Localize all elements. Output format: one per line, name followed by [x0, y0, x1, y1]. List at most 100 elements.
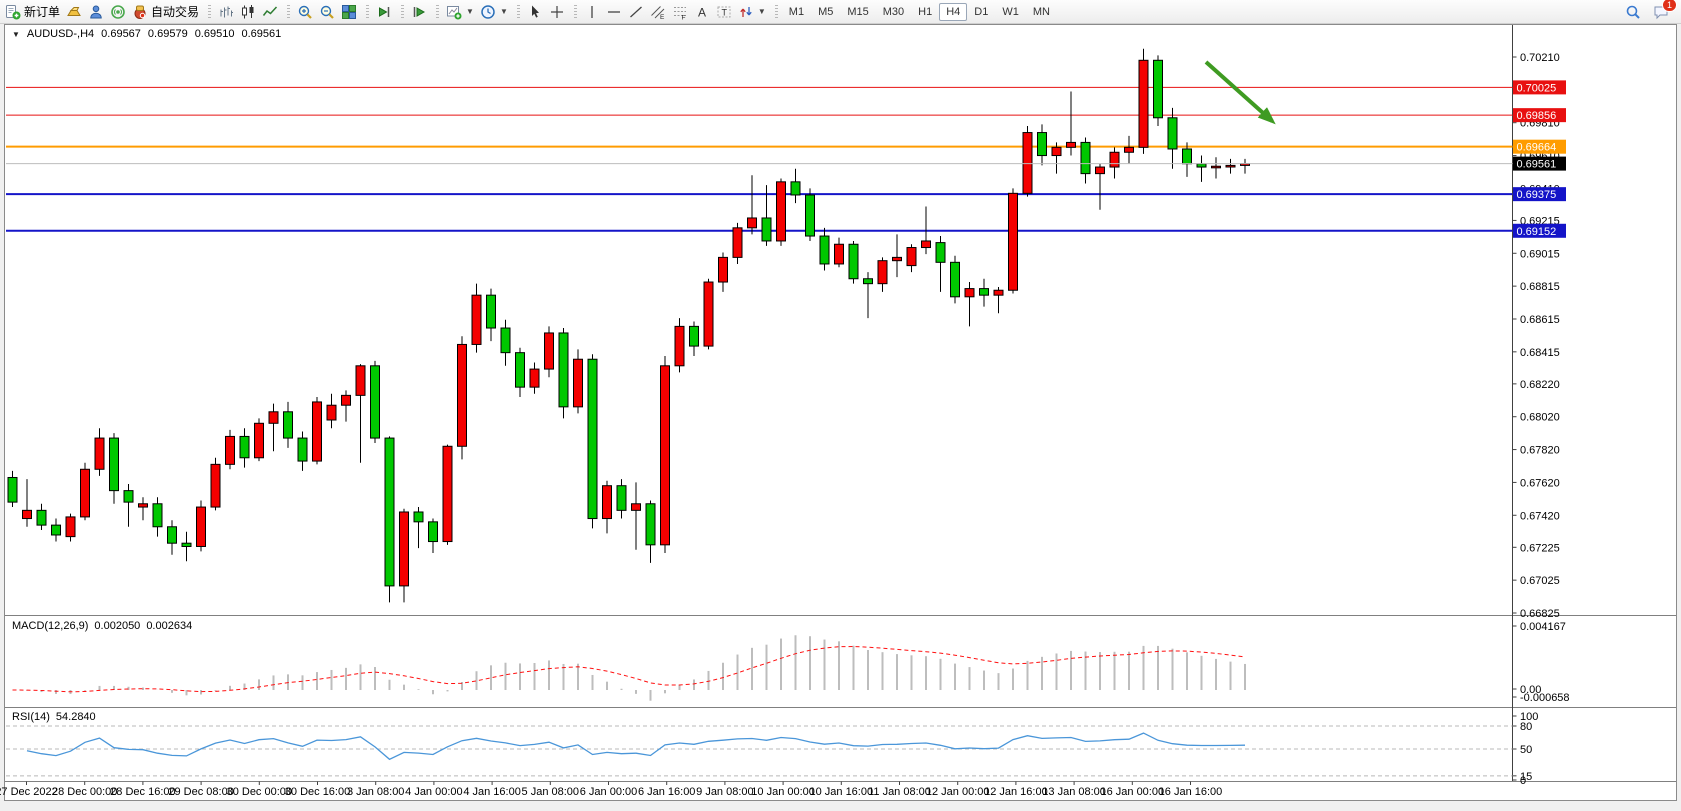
auto-trading-button[interactable]: 自动交易: [129, 1, 202, 22]
candlestick: [342, 395, 351, 405]
svg-text:0.68415: 0.68415: [1520, 347, 1560, 359]
svg-text:0.67620: 0.67620: [1520, 477, 1560, 489]
svg-text:0.69664: 0.69664: [1517, 142, 1557, 154]
signals-button[interactable]: [107, 1, 129, 22]
timeframe-m5-button[interactable]: M5: [811, 3, 840, 21]
candlestick: [864, 279, 873, 284]
zoom-out-button[interactable]: [316, 1, 338, 22]
macd-name: MACD(12,26,9): [12, 620, 88, 632]
gold-ingot-button[interactable]: [63, 1, 85, 22]
svg-text:0.67225: 0.67225: [1520, 542, 1560, 554]
candlestick: [719, 257, 728, 282]
candlestick: [559, 333, 568, 407]
svg-text:28 Dec 16:00: 28 Dec 16:00: [110, 786, 175, 798]
toolbar-group: [513, 0, 570, 23]
candlestick: [1125, 147, 1134, 152]
svg-text:0.69152: 0.69152: [1517, 226, 1557, 238]
timeframe-w1-button[interactable]: W1: [995, 3, 1026, 21]
chart-shift-button[interactable]: [408, 1, 430, 22]
toolbar-group: [362, 0, 397, 23]
timeframe-m1-button[interactable]: M1: [782, 3, 811, 21]
candlestick: [66, 517, 75, 537]
timeframe-m30-button[interactable]: M30: [876, 3, 911, 21]
notifications-button[interactable]: 1: [1651, 2, 1671, 22]
svg-text:12 Jan 16:00: 12 Jan 16:00: [984, 786, 1048, 798]
text-label-tool-button[interactable]: T: [713, 1, 735, 22]
timeframe-h4-button[interactable]: H4: [939, 3, 967, 21]
cursor-tool-button[interactable]: [524, 1, 546, 22]
arrows-tool-icon: [738, 4, 754, 20]
price-chart-canvas: 0.702100.700100.698100.696100.694100.692…: [0, 0, 1681, 811]
svg-text:4 Jan 00:00: 4 Jan 00:00: [405, 786, 463, 798]
candlestick: [980, 289, 989, 296]
timeframe-mn-button[interactable]: MN: [1026, 3, 1057, 21]
svg-text:0.68020: 0.68020: [1520, 412, 1560, 424]
candlestick: [748, 218, 757, 228]
candlestick: [327, 405, 336, 420]
candlestick: [443, 446, 452, 541]
svg-text:0.68615: 0.68615: [1520, 314, 1560, 326]
text-tool-button[interactable]: A: [691, 1, 713, 22]
candlestick: [1023, 133, 1032, 194]
candlestick: [994, 290, 1003, 295]
timeframe-h1-button[interactable]: H1: [911, 3, 939, 21]
candlestick: [893, 257, 902, 260]
arrows-tool-button[interactable]: ▼: [735, 1, 769, 22]
candlestick: [704, 282, 713, 346]
chevron-down-icon: ▼: [500, 7, 508, 16]
svg-text:50: 50: [1520, 744, 1532, 756]
account-icon: [88, 4, 104, 20]
candlestick: [516, 353, 525, 387]
toolbar-button-groups: 新订单自动交易▼▼EFAT▼: [0, 0, 771, 23]
notification-badge: 1: [1662, 0, 1677, 12]
macd-indicator-label: MACD(12,26,9) 0.002050 0.002634: [12, 620, 192, 632]
horizontal-line-tool-button[interactable]: [603, 1, 625, 22]
candlestick: [603, 486, 612, 519]
chart-window-frame: [5, 25, 1677, 801]
new-chart-button[interactable]: ▼: [443, 1, 477, 22]
bar-chart-mode-icon: [218, 4, 234, 20]
svg-text:0.69856: 0.69856: [1517, 110, 1557, 122]
candlestick: [356, 366, 365, 396]
fibonacci-tool-button[interactable]: F: [669, 1, 691, 22]
equidistant-channel-tool-button[interactable]: E: [647, 1, 669, 22]
auto-scroll-button[interactable]: [373, 1, 395, 22]
toolbar-group: [283, 0, 362, 23]
svg-text:11 Jan 08:00: 11 Jan 08:00: [868, 786, 931, 798]
timeframe-m15-button[interactable]: M15: [840, 3, 875, 21]
candlestick: [487, 295, 496, 328]
candlestick: [211, 464, 220, 507]
svg-text:-0.000658: -0.000658: [1520, 692, 1570, 704]
new-order-button[interactable]: 新订单: [2, 1, 63, 22]
candlestick-mode-button[interactable]: [237, 1, 259, 22]
tile-windows-button[interactable]: [338, 1, 360, 22]
zoom-in-button[interactable]: [294, 1, 316, 22]
svg-text:16 Jan 16:00: 16 Jan 16:00: [1159, 786, 1223, 798]
candlestick: [458, 344, 467, 446]
svg-text:10 Jan 16:00: 10 Jan 16:00: [809, 786, 873, 798]
crosshair-tool-button[interactable]: [546, 1, 568, 22]
timeframe-d1-button[interactable]: D1: [967, 3, 995, 21]
new-chart-icon: [446, 4, 462, 20]
candlestick: [139, 504, 148, 507]
candlestick: [1067, 142, 1076, 147]
new-order-icon: [5, 4, 21, 20]
vertical-line-tool-button[interactable]: [581, 1, 603, 22]
candlestick: [240, 436, 249, 457]
account-button[interactable]: [85, 1, 107, 22]
trendline-tool-button[interactable]: [625, 1, 647, 22]
svg-text:0: 0: [1520, 775, 1526, 787]
text-tool-icon: A: [694, 4, 710, 20]
svg-text:9 Jan 08:00: 9 Jan 08:00: [696, 786, 754, 798]
svg-text:5 Jan 08:00: 5 Jan 08:00: [522, 786, 580, 798]
search-button[interactable]: [1623, 2, 1643, 22]
rsi-indicator-label: RSI(14) 54.2840: [12, 711, 96, 723]
bar-chart-mode-button[interactable]: [215, 1, 237, 22]
candlestick: [284, 412, 293, 438]
profiles-button[interactable]: ▼: [477, 1, 511, 22]
chart-dropdown-icon[interactable]: ▼: [12, 30, 20, 39]
crosshair-tool-icon: [549, 4, 565, 20]
candlestick: [1226, 165, 1235, 167]
line-chart-mode-button[interactable]: [259, 1, 281, 22]
candlestick: [806, 195, 815, 236]
